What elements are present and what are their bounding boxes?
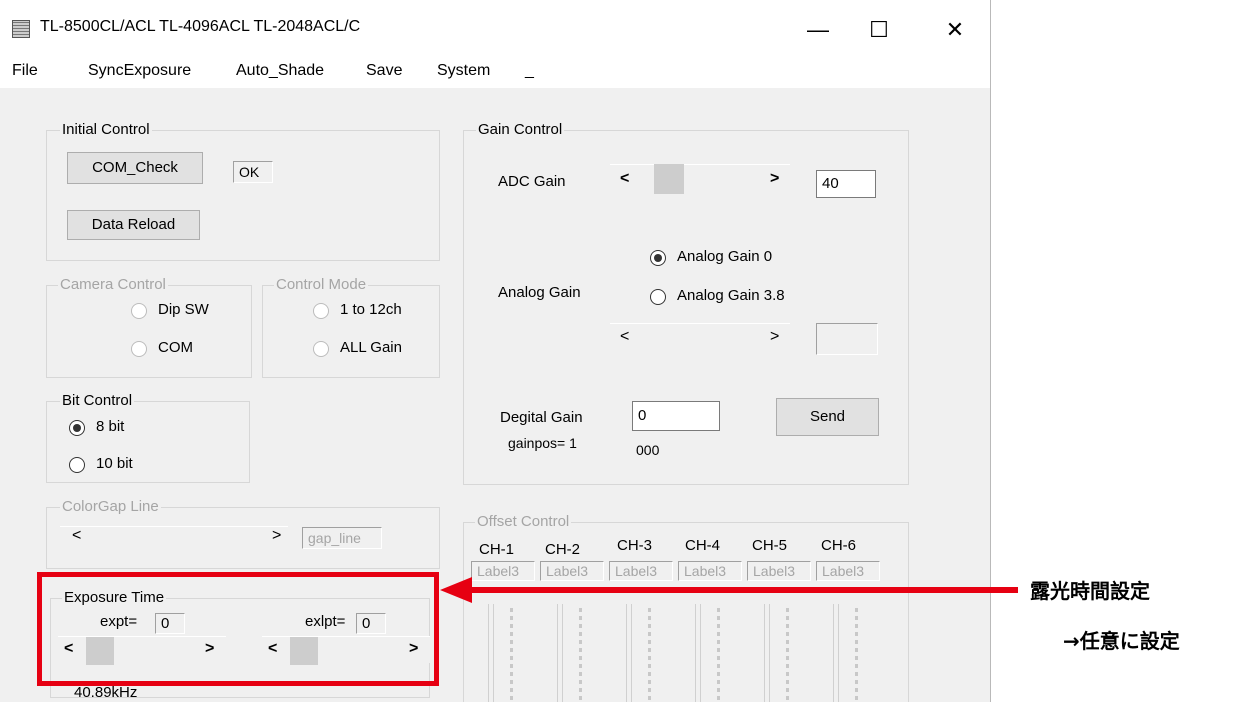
com-check-button[interactable]: COM_Check <box>67 152 203 184</box>
frequency-readout: 40.89kHz <box>74 684 138 701</box>
data-reload-button[interactable]: Data Reload <box>67 210 200 240</box>
gainpos-readout: gainpos= 1 <box>508 435 577 451</box>
offset-control-title: Offset Control <box>475 513 572 530</box>
adc-gain-scrollbar[interactable] <box>610 164 790 195</box>
menu-system[interactable]: System <box>437 62 490 80</box>
annotation-arrow-line <box>470 587 1018 593</box>
ch6-label: CH-6 <box>821 537 857 554</box>
ch3-label: CH-3 <box>617 537 653 554</box>
10bit-radio[interactable] <box>69 457 85 473</box>
analog-gain-38-label: Analog Gain 3.8 <box>677 287 785 304</box>
ch2-value: Label3 <box>540 561 604 581</box>
send-button[interactable]: Send <box>776 398 879 436</box>
1to12ch-label: 1 to 12ch <box>340 301 402 318</box>
gap-line-value: gap_line <box>302 527 382 549</box>
ch5-ticks <box>786 608 789 702</box>
ch6-value: Label3 <box>816 561 880 581</box>
bit-control-title: Bit Control <box>60 392 135 409</box>
camera-control-title: Camera Control <box>58 276 168 293</box>
ch3-ticks <box>648 608 651 702</box>
ch2-label: CH-2 <box>545 541 581 558</box>
ch4-ticks <box>717 608 720 702</box>
8bit-label: 8 bit <box>96 418 125 435</box>
analog-gain-0-label: Analog Gain 0 <box>677 248 773 265</box>
analog-right-arrow-icon[interactable]: > <box>770 328 779 346</box>
com-label: COM <box>158 339 193 356</box>
ch2-ticks <box>579 608 582 702</box>
digital-gain-label: Degital Gain <box>500 409 583 426</box>
initial-control-group <box>46 130 440 261</box>
menu-auto-shade[interactable]: Auto_Shade <box>236 62 324 80</box>
annotation-arrow-head-icon <box>440 577 472 603</box>
colorgap-scrollbar[interactable] <box>60 526 288 547</box>
adc-gain-label: ADC Gain <box>498 173 566 190</box>
ch5-slider[interactable] <box>764 604 770 702</box>
camera-control-group <box>46 285 252 378</box>
menu-extra[interactable]: _ <box>525 62 534 80</box>
ch1-slider[interactable] <box>488 604 494 702</box>
all-gain-radio[interactable] <box>313 341 329 357</box>
menu-file[interactable]: File <box>12 62 38 80</box>
control-mode-title: Control Mode <box>274 276 369 293</box>
ch1-label: CH-1 <box>479 541 515 558</box>
menu-bar: File SyncExposure Auto_Shade Save System… <box>0 60 990 88</box>
colorgap-title: ColorGap Line <box>60 498 161 515</box>
ch4-slider[interactable] <box>695 604 701 702</box>
analog-gain-scrollbar[interactable] <box>610 323 790 354</box>
menu-save[interactable]: Save <box>366 62 402 80</box>
ch3-slider[interactable] <box>626 604 632 702</box>
adc-left-arrow-icon[interactable]: < <box>620 170 629 188</box>
analog-gain-label: Analog Gain <box>498 284 581 301</box>
com-status: OK <box>233 161 273 183</box>
ch6-ticks <box>855 608 858 702</box>
app-icon <box>12 20 30 38</box>
1to12ch-radio[interactable] <box>313 303 329 319</box>
analog-left-arrow-icon[interactable]: < <box>620 328 629 346</box>
control-mode-group <box>262 285 440 378</box>
dip-sw-label: Dip SW <box>158 301 209 318</box>
digital-gain-code: 000 <box>636 442 660 458</box>
ch4-label: CH-4 <box>685 537 721 554</box>
8bit-radio[interactable] <box>69 420 85 436</box>
ch3-value: Label3 <box>609 561 673 581</box>
colorgap-right-arrow-icon[interactable]: > <box>272 527 281 545</box>
ch1-value: Label3 <box>471 561 535 581</box>
colorgap-left-arrow-icon[interactable]: < <box>72 527 81 545</box>
10bit-label: 10 bit <box>96 455 133 472</box>
close-button[interactable]: ✕ <box>932 12 978 48</box>
com-radio[interactable] <box>131 341 147 357</box>
ch2-slider[interactable] <box>557 604 563 702</box>
ch5-value: Label3 <box>747 561 811 581</box>
exposure-highlight-box <box>37 572 439 686</box>
analog-gain-0-radio[interactable] <box>650 250 666 266</box>
title-bar: TL-8500CL/ACL TL-4096ACL TL-2048ACL/C — … <box>0 0 990 60</box>
ch4-value: Label3 <box>678 561 742 581</box>
ch6-slider[interactable] <box>833 604 839 702</box>
menu-syncexposure[interactable]: SyncExposure <box>88 62 191 80</box>
annotation-line1: 露光時間設定 <box>1030 579 1150 603</box>
adc-right-arrow-icon[interactable]: > <box>770 170 779 188</box>
ch1-ticks <box>510 608 513 702</box>
minimize-button[interactable]: — <box>795 12 841 48</box>
annotation-line2: →任意に設定 <box>1063 629 1180 653</box>
adc-scroll-thumb[interactable] <box>654 164 684 194</box>
window-title: TL-8500CL/ACL TL-4096ACL TL-2048ACL/C <box>40 18 361 35</box>
ch5-label: CH-5 <box>752 537 788 554</box>
maximize-button[interactable]: ☐ <box>856 12 902 48</box>
gain-control-title: Gain Control <box>476 121 565 138</box>
adc-gain-input[interactable]: 40 <box>816 170 876 198</box>
analog-gain-38-radio[interactable] <box>650 289 666 305</box>
initial-control-title: Initial Control <box>60 121 152 138</box>
analog-gain-value <box>816 323 878 355</box>
dip-sw-radio[interactable] <box>131 303 147 319</box>
all-gain-label: ALL Gain <box>340 339 402 356</box>
digital-gain-input[interactable]: 0 <box>632 401 720 431</box>
